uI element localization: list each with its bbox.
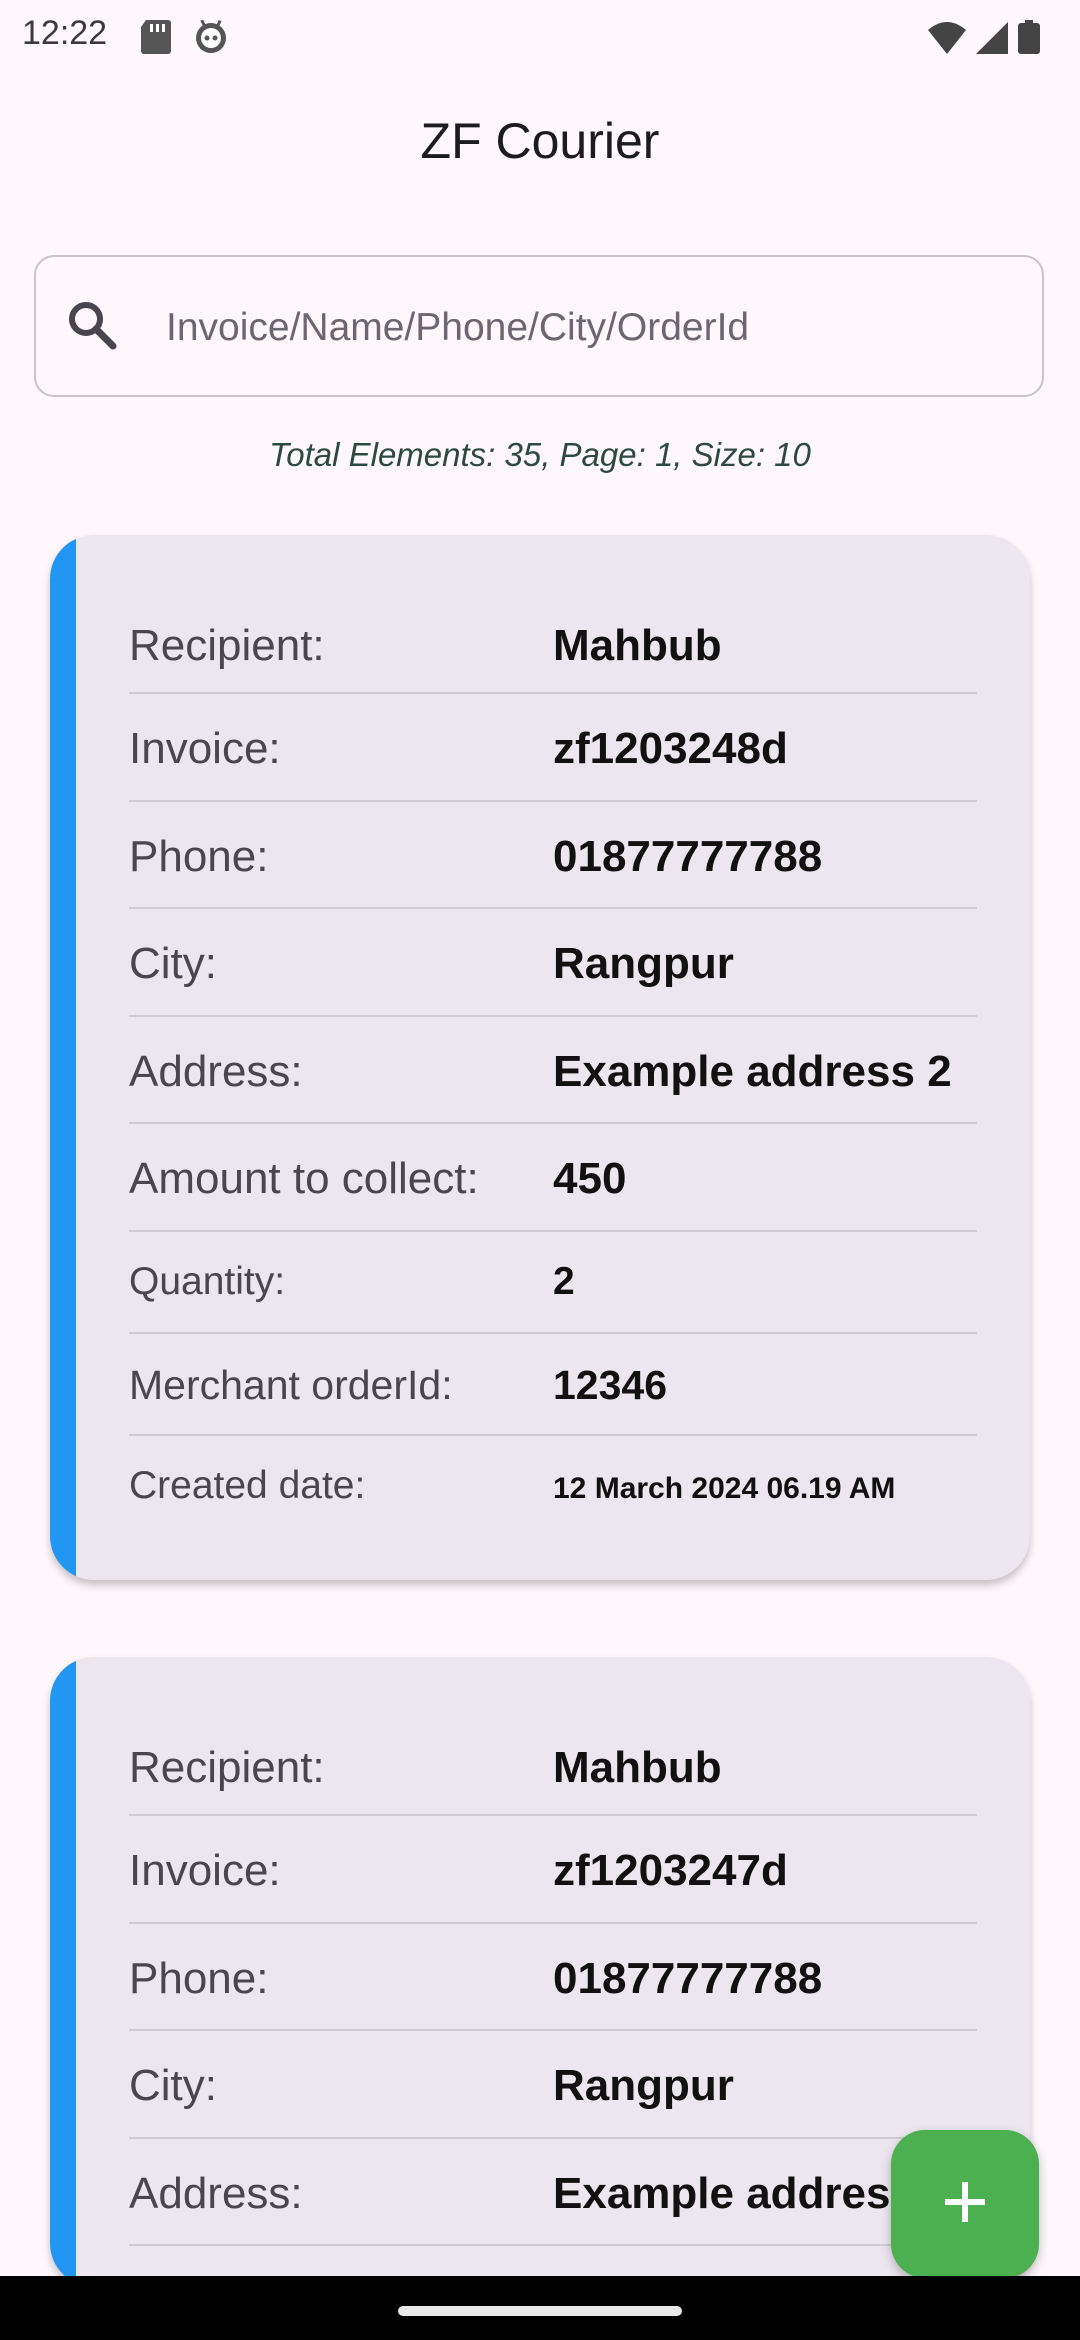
row-label: Phone: — [129, 832, 269, 881]
row-value: Mahbub — [553, 1743, 722, 1792]
row-value: zf1203248d — [553, 724, 788, 773]
app-title: ZF Courier — [420, 113, 660, 169]
detail-row-recipient: Recipient: Mahbub — [129, 587, 977, 694]
row-label: Address: — [129, 2169, 303, 2218]
row-label: Quantity: — [129, 1260, 286, 1303]
battery-icon — [1018, 20, 1040, 59]
card-accent-bar — [50, 1657, 76, 2287]
search-field[interactable] — [34, 255, 1044, 397]
sd-card-icon — [140, 20, 172, 59]
detail-row-quantity: Quantity: 2 — [129, 1232, 977, 1334]
row-value: zf1203247d — [553, 1846, 788, 1895]
row-value: 01877777788 — [553, 1954, 823, 2003]
plus-icon — [943, 2180, 987, 2229]
row-label: City: — [129, 2061, 217, 2110]
search-icon — [66, 299, 118, 356]
row-label: Address: — [129, 1047, 303, 1096]
search-input[interactable] — [164, 287, 1008, 369]
card-accent-bar — [50, 535, 76, 1580]
row-value: 2 — [553, 1260, 575, 1303]
detail-row-invoice: Invoice: zf1203248d — [129, 694, 977, 802]
row-value: Rangpur — [553, 2061, 734, 2110]
row-value: 450 — [553, 1154, 627, 1203]
row-value: Rangpur — [553, 939, 734, 988]
detail-row-city: City: Rangpur — [129, 2031, 977, 2139]
detail-row-amount: Amount to collect: 450 — [129, 1124, 977, 1232]
add-order-button[interactable] — [891, 2130, 1039, 2278]
row-value: 12 March 2024 06.19 AM — [553, 1472, 896, 1505]
system-navigation-bar — [0, 2276, 1080, 2340]
detail-row-phone: Phone: 01877777788 — [129, 802, 977, 909]
row-label: Merchant orderId: — [129, 1362, 453, 1408]
cellular-signal-icon — [976, 22, 1008, 59]
detail-row-address: Address: Example address 2 — [129, 2139, 977, 2246]
detail-row-address: Address: Example address 2 — [129, 1017, 977, 1124]
status-bar: 12:22 — [0, 0, 1080, 76]
row-label: Invoice: — [129, 724, 281, 773]
row-label: Invoice: — [129, 1846, 281, 1895]
order-card[interactable]: Recipient: Mahbub Invoice: zf1203247d Ph… — [50, 1657, 1030, 2287]
android-debug-icon — [194, 19, 228, 59]
detail-row-created-date: Created date: 12 March 2024 06.19 AM — [129, 1436, 977, 1538]
detail-row-city: City: Rangpur — [129, 909, 977, 1017]
home-gesture-handle[interactable] — [398, 2306, 682, 2316]
row-label: Phone: — [129, 1954, 269, 2003]
row-label: Recipient: — [129, 1743, 325, 1792]
row-label: Recipient: — [129, 621, 325, 670]
detail-row-invoice: Invoice: zf1203247d — [129, 1816, 977, 1924]
row-label: Amount to collect: — [129, 1154, 479, 1203]
row-value: Example address 2 — [553, 1047, 952, 1096]
detail-row-merchant-order-id: Merchant orderId: 12346 — [129, 1334, 977, 1436]
wifi-icon — [928, 22, 966, 59]
row-label: City: — [129, 939, 217, 988]
detail-row-phone: Phone: 01877777788 — [129, 1924, 977, 2031]
detail-row-recipient: Recipient: Mahbub — [129, 1709, 977, 1816]
order-card[interactable]: Recipient: Mahbub Invoice: zf1203248d Ph… — [50, 535, 1030, 1580]
status-time: 12:22 — [22, 14, 108, 52]
row-label: Created date: — [129, 1464, 366, 1507]
row-value: Mahbub — [553, 621, 722, 670]
pagination-summary: Total Elements: 35, Page: 1, Size: 10 — [269, 436, 811, 473]
row-value: 12346 — [553, 1362, 668, 1408]
row-value: 01877777788 — [553, 832, 823, 881]
